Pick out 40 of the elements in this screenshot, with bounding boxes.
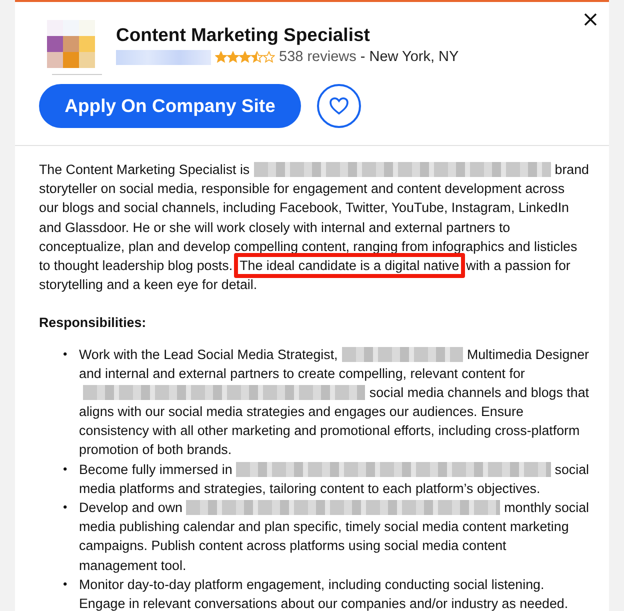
body-text: social media channels and blogs that (369, 384, 589, 402)
body-text: with a passion for (466, 256, 570, 275)
body-text: social (554, 460, 589, 479)
close-icon (584, 13, 597, 26)
close-button[interactable] (582, 11, 599, 28)
job-location: - New York, NY (360, 49, 459, 65)
body-text: promotion of both brands. (79, 441, 232, 460)
body-text: media platforms and strategies, tailoring content to each platform’s objectives. (79, 480, 540, 498)
body-text: our blogs and social channels, including Facebook, Twitter, YouTube, Instagram, LinkedIn (39, 199, 570, 218)
highlighted-text: The ideal candidate is a digital native (234, 253, 466, 278)
bullet-marker: • (63, 462, 68, 476)
body-text: campaigns. Publish content across platforms using social media content (79, 537, 506, 556)
apply-button[interactable]: Apply On Company Site (39, 84, 301, 128)
body-text: consistency with all other marketing and promotional efforts, including cross-platform (79, 422, 580, 440)
job-title: Content Marketing Specialist (116, 24, 371, 46)
body-text: Monitor day-to-day platform engagement, including conducting social listening. (79, 576, 544, 594)
section-heading: Responsibilities: (39, 314, 148, 332)
body-text: Develop and own (79, 499, 182, 518)
bullet-marker: • (63, 576, 68, 591)
bullet-marker: • (63, 346, 68, 361)
body-text: storyteller on social media, responsible for engagement and content development across (39, 180, 565, 198)
body-text: Become fully immersed in (79, 460, 232, 479)
body-text: to thought leadership blog posts. (39, 256, 233, 275)
body-text: Multimedia Designer (466, 346, 589, 364)
body-text: aligns with our social media strategies and engages our audiences. Ensure (79, 403, 524, 422)
body-text: brand (554, 161, 589, 179)
body-text: Work with the Lead Social Media Strategist, (79, 346, 338, 364)
body-text: and internal and external partners to create compelling, relevant content for (79, 364, 525, 383)
body-text: media publishing calendar and plan specific, timely social media content marketing (79, 518, 569, 536)
body-text: storytelling and a keen eye for detail. (39, 276, 258, 294)
bullet-marker: • (63, 500, 68, 514)
body-text: and Glassdoor. He or she will work closely with internal and external partners to (39, 218, 510, 237)
body-text: management tool. (79, 556, 186, 575)
save-button[interactable] (317, 84, 361, 128)
body-text: conceptualize, plan and develop compelling content, ranging from infographics and listicles (39, 238, 578, 256)
body-text: Engage in relevant conversations about our companies and/or industry as needed. (79, 594, 568, 611)
body-text: The Content Marketing Specialist is (39, 161, 250, 179)
body-text: monthly social (504, 499, 589, 518)
heart-icon (329, 97, 349, 115)
review-count[interactable]: 538 reviews (279, 49, 356, 65)
